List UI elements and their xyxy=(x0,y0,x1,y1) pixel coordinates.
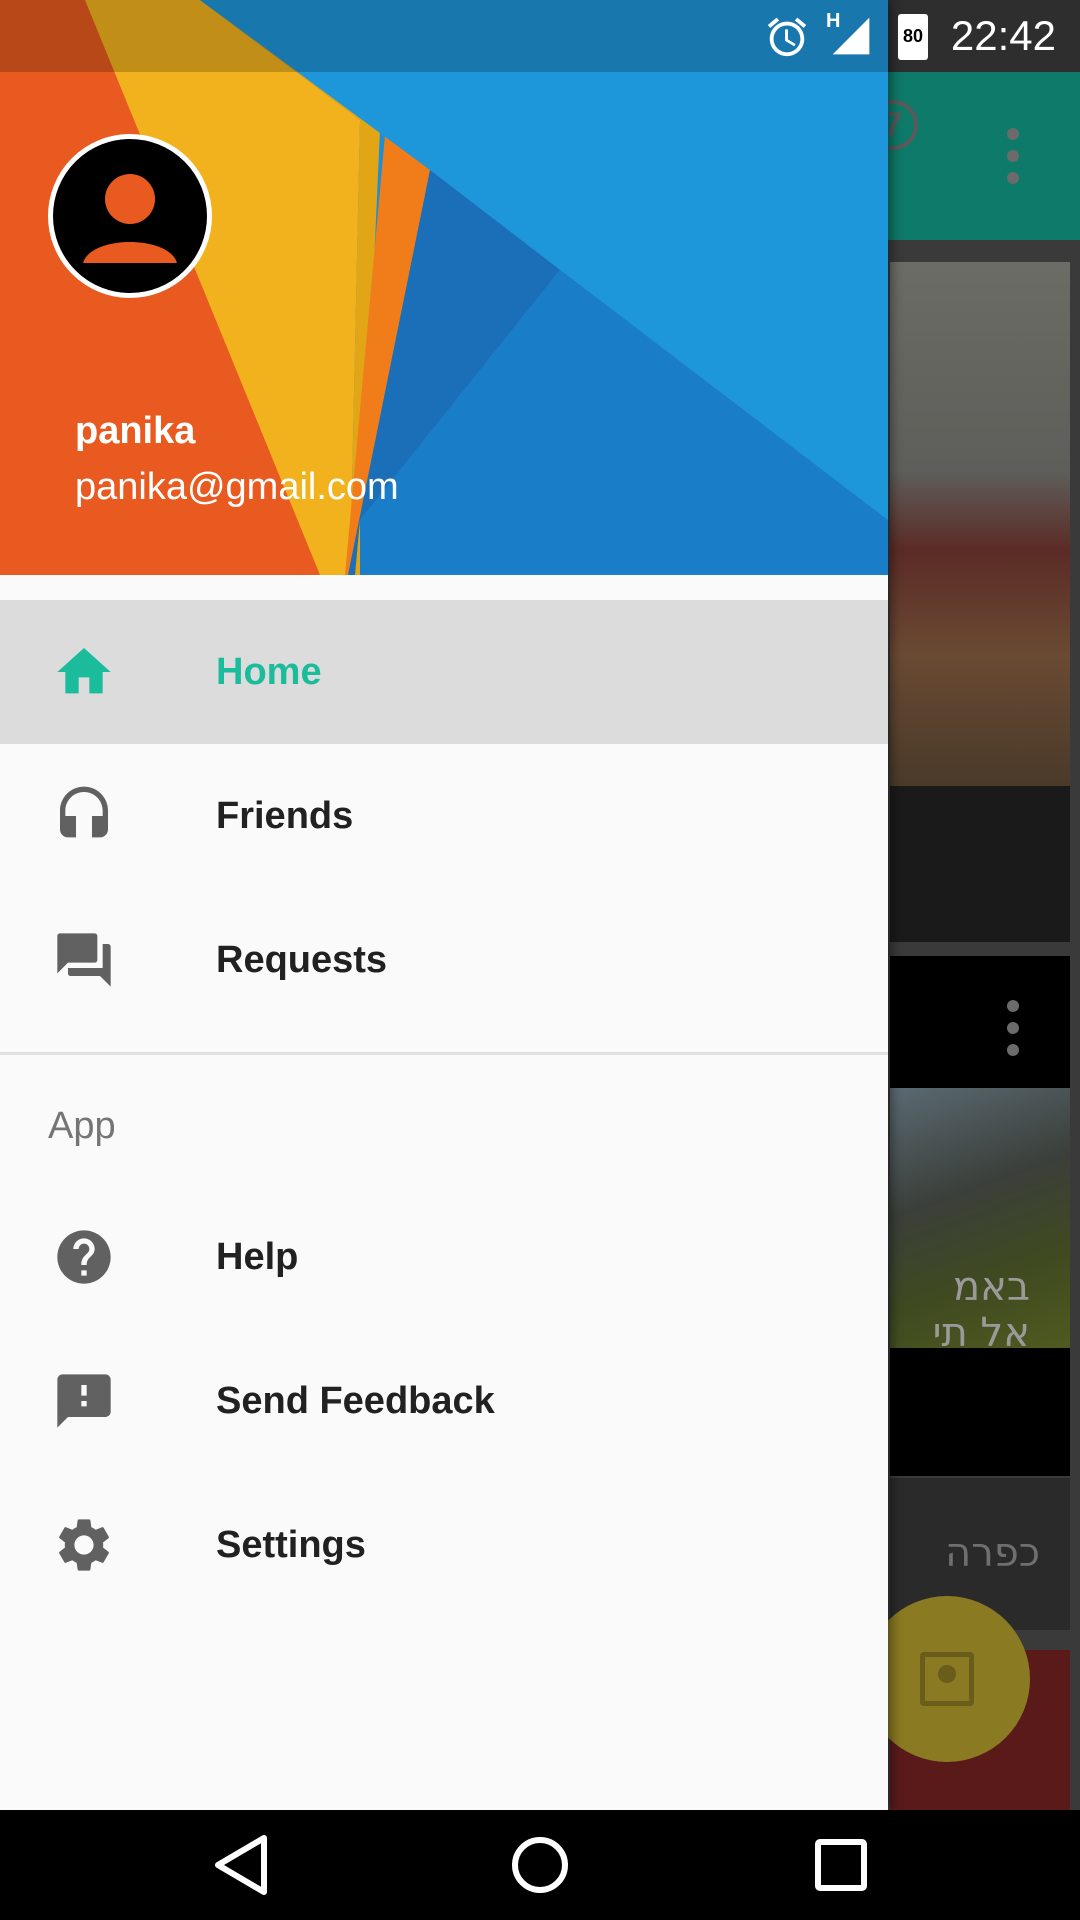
card-caption: באמ xyxy=(952,1264,1030,1310)
user-email: panika@gmail.com xyxy=(75,466,399,508)
drawer-menu: Home Friends Requests App Help Send Feed… xyxy=(0,600,888,1617)
menu-item-label: Settings xyxy=(216,1523,366,1566)
menu-item-friends[interactable]: Friends xyxy=(0,744,888,888)
menu-item-settings[interactable]: Settings xyxy=(0,1473,888,1617)
card-caption: כפרה xyxy=(945,1530,1040,1576)
status-bar: H 80 22:42 xyxy=(0,0,1080,72)
section-header: App xyxy=(0,1055,888,1185)
drawer-header: panika panika@gmail.com xyxy=(0,0,888,575)
battery-icon: 80 xyxy=(898,14,928,60)
forum-icon xyxy=(57,933,111,987)
status-time: 22:42 xyxy=(950,12,1056,59)
home-icon xyxy=(57,648,111,694)
avatar[interactable] xyxy=(48,134,212,298)
back-button[interactable] xyxy=(206,1830,276,1900)
menu-item-requests[interactable]: Requests xyxy=(0,888,888,1032)
feed-card-photo xyxy=(890,262,1070,786)
alarm-icon xyxy=(767,17,807,57)
feedback-icon xyxy=(57,1374,111,1428)
card-overflow-icon[interactable] xyxy=(998,1000,1028,1060)
menu-item-label: Help xyxy=(216,1235,299,1278)
home-button[interactable] xyxy=(505,1830,575,1900)
user-name: panika xyxy=(75,410,196,452)
menu-item-label: Send Feedback xyxy=(216,1379,495,1422)
headphones-icon xyxy=(60,786,108,838)
signal-icon xyxy=(832,17,870,55)
account-icon xyxy=(83,174,177,263)
menu-item-send-feedback[interactable]: Send Feedback xyxy=(0,1329,888,1473)
menu-item-label: Requests xyxy=(216,938,388,981)
recents-button[interactable] xyxy=(806,1830,876,1900)
menu-item-label: Home xyxy=(216,650,322,693)
portrait-icon xyxy=(920,1652,974,1706)
feed-card[interactable] xyxy=(890,262,1070,942)
overflow-menu-icon[interactable] xyxy=(998,128,1028,188)
menu-item-home[interactable]: Home xyxy=(0,600,888,744)
system-nav-bar xyxy=(0,1810,1080,1920)
battery-level: 80 xyxy=(902,26,924,46)
menu-item-help[interactable]: Help xyxy=(0,1185,888,1329)
menu-item-label: Friends xyxy=(216,794,354,837)
settings-icon xyxy=(59,1519,109,1571)
card-caption: אל תי xyxy=(932,1310,1030,1356)
section-header-label: App xyxy=(48,1105,116,1147)
help-icon xyxy=(57,1230,111,1284)
navigation-drawer: panika panika@gmail.com Home Friends Req… xyxy=(0,0,888,1810)
